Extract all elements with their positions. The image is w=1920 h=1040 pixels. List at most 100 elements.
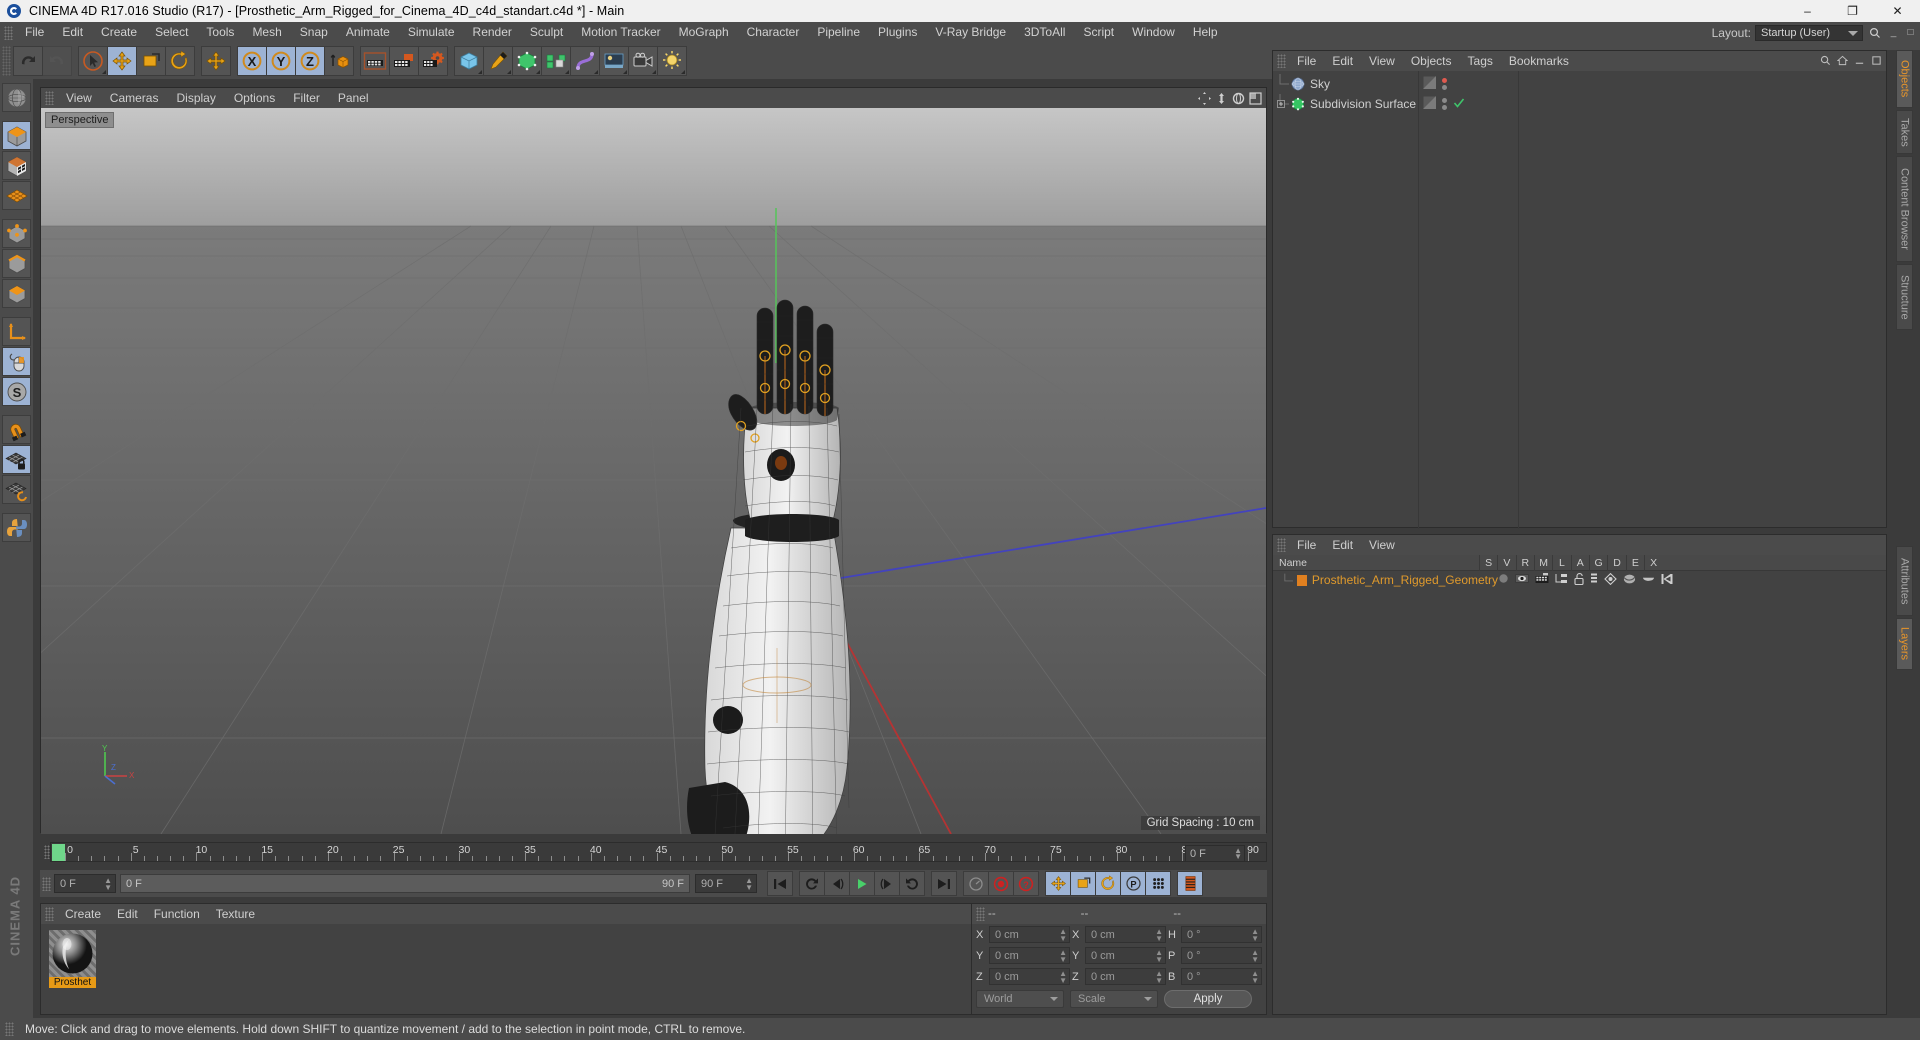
panel-minimize-icon[interactable]: _	[1887, 25, 1900, 41]
apply-button[interactable]: Apply	[1164, 989, 1252, 1008]
toolbar-grip[interactable]	[2, 46, 11, 76]
viewport-solo-button[interactable]	[2, 347, 31, 376]
home-icon[interactable]	[1835, 53, 1849, 67]
object-menu-view[interactable]: View	[1361, 51, 1403, 71]
add-light-button[interactable]	[657, 46, 687, 76]
search-icon[interactable]	[1818, 53, 1832, 67]
timeline-ruler[interactable]: 051015202530354045505560657075808590	[50, 842, 1267, 862]
layer-menu-file[interactable]: File	[1289, 535, 1324, 555]
undo-button[interactable]	[13, 46, 43, 76]
scale-tool[interactable]	[136, 46, 166, 76]
menu-plugins[interactable]: Plugins	[869, 22, 926, 43]
layer-color-swatch[interactable]	[1296, 574, 1307, 586]
render-visibility-dot[interactable]	[1442, 105, 1447, 110]
column-header-g[interactable]: G	[1588, 554, 1607, 571]
spinner-icon[interactable]: ▲ ▼	[1155, 928, 1163, 943]
rotate-tool[interactable]	[165, 46, 195, 76]
play-backwards-button[interactable]	[799, 871, 825, 896]
spinner-icon[interactable]: ▲ ▼	[104, 877, 112, 892]
move-tool[interactable]	[107, 46, 137, 76]
spinner-icon[interactable]: ▲ ▼	[1155, 949, 1163, 964]
spinner-icon[interactable]: ▲ ▼	[1234, 847, 1242, 861]
visibility-dots-subdivision[interactable]	[1442, 98, 1447, 110]
render-to-picture-viewer-button[interactable]	[389, 46, 419, 76]
polygons-mode-button[interactable]	[2, 279, 31, 308]
render-settings-button[interactable]	[418, 46, 448, 76]
record-scale-button[interactable]	[1070, 871, 1096, 896]
maximize-view-icon[interactable]	[1248, 91, 1262, 105]
workplane-mode-button[interactable]	[2, 181, 31, 210]
editor-visibility-dot[interactable]	[1442, 98, 1447, 103]
tab-structure[interactable]: Structure	[1896, 264, 1913, 330]
live-selection-tool[interactable]	[78, 46, 108, 76]
viewport-menu-display[interactable]: Display	[167, 88, 224, 108]
visible-eye-icon[interactable]	[1515, 573, 1529, 587]
world-object-coords[interactable]	[324, 46, 354, 76]
object-row-sky[interactable]: Sky	[1273, 74, 1418, 94]
menu-create[interactable]: Create	[92, 22, 146, 43]
points-mode-button[interactable]	[2, 219, 31, 248]
add-generator-button[interactable]	[512, 46, 542, 76]
rot-h-input[interactable]: 0 ° ▲ ▼	[1181, 926, 1262, 943]
lock-z-axis[interactable]: Z	[295, 46, 325, 76]
xref-icon[interactable]	[1661, 573, 1673, 588]
menu-select[interactable]: Select	[146, 22, 197, 43]
layer-manager-grip[interactable]	[1277, 538, 1286, 552]
menu-3dtoall[interactable]: 3DToAll	[1015, 22, 1074, 43]
menu-character[interactable]: Character	[738, 22, 809, 43]
menu-pipeline[interactable]: Pipeline	[808, 22, 869, 43]
spinner-icon[interactable]: ▲ ▼	[1059, 949, 1067, 964]
object-row-subdivision-surface[interactable]: Subdivision Surface	[1273, 94, 1418, 114]
lock-y-axis[interactable]: Y	[266, 46, 296, 76]
playbar-grip[interactable]	[42, 876, 51, 891]
column-header-m[interactable]: M	[1533, 554, 1552, 571]
add-array-button[interactable]	[541, 46, 571, 76]
pos-z-input[interactable]: 0 cm ▲ ▼	[989, 968, 1070, 985]
next-frame-button[interactable]	[874, 871, 900, 896]
pos-x-input[interactable]: 0 cm ▲ ▼	[989, 926, 1070, 943]
menu-mograph[interactable]: MoGraph	[670, 22, 738, 43]
visibility-dots-sky[interactable]	[1442, 78, 1447, 90]
pan-view-icon[interactable]	[1197, 91, 1211, 105]
size-z-input[interactable]: 0 cm ▲ ▼	[1085, 968, 1166, 985]
visibility-toggle-subdivision[interactable]	[1422, 95, 1437, 112]
column-header-x[interactable]: X	[1644, 554, 1662, 571]
go-to-end-button[interactable]	[931, 871, 957, 896]
render-visibility-dot[interactable]	[1442, 85, 1447, 90]
menu-script[interactable]: Script	[1074, 22, 1123, 43]
record-position-button[interactable]	[1045, 871, 1071, 896]
viewport-menu-options[interactable]: Options	[225, 88, 284, 108]
layer-menu-view[interactable]: View	[1361, 535, 1403, 555]
current-frame-input[interactable]: 0 F ▲ ▼	[54, 874, 116, 893]
menu-help[interactable]: Help	[1184, 22, 1227, 43]
spinner-icon[interactable]: ▲ ▼	[745, 877, 753, 892]
status-bar-grip[interactable]	[5, 1022, 14, 1036]
transform-mode-select[interactable]: Scale	[1070, 989, 1158, 1008]
column-header-e[interactable]: E	[1625, 554, 1644, 571]
spinner-icon[interactable]: ▲ ▼	[1059, 970, 1067, 985]
axis-modify-button[interactable]	[2, 317, 31, 346]
layout-select[interactable]: Startup (User)	[1755, 24, 1863, 41]
column-header-v[interactable]: V	[1497, 554, 1515, 571]
menu-tools[interactable]: Tools	[197, 22, 243, 43]
spinner-icon[interactable]: ▲ ▼	[1251, 928, 1259, 943]
menu-grip[interactable]	[4, 25, 13, 40]
dynamic-place-tool[interactable]	[201, 46, 231, 76]
tab-objects[interactable]: Objects	[1896, 50, 1913, 108]
record-active-objects-button[interactable]	[963, 871, 989, 896]
tree-expand-toggle[interactable]	[1277, 94, 1290, 114]
column-header-l[interactable]: L	[1552, 554, 1570, 571]
viewport-menu-panel[interactable]: Panel	[329, 88, 378, 108]
keyframe-selection-button[interactable]: ?	[1013, 871, 1039, 896]
layer-name-cell[interactable]: Prosthetic_Arm_Rigged_Geometry	[1273, 573, 1498, 587]
spinner-icon[interactable]: ▲ ▼	[1059, 928, 1067, 943]
column-header-r[interactable]: R	[1515, 554, 1534, 571]
solo-dot-icon[interactable]	[1498, 573, 1509, 587]
material-menu-edit[interactable]: Edit	[109, 904, 146, 924]
layer-menu-edit[interactable]: Edit	[1324, 535, 1361, 555]
viewport-menu-cameras[interactable]: Cameras	[101, 88, 168, 108]
lock-open-icon[interactable]	[1574, 572, 1585, 588]
keyframe-mode-button[interactable]	[1177, 871, 1203, 896]
spinner-icon[interactable]: ▲ ▼	[1155, 970, 1163, 985]
deformers-icon[interactable]	[1623, 573, 1636, 588]
